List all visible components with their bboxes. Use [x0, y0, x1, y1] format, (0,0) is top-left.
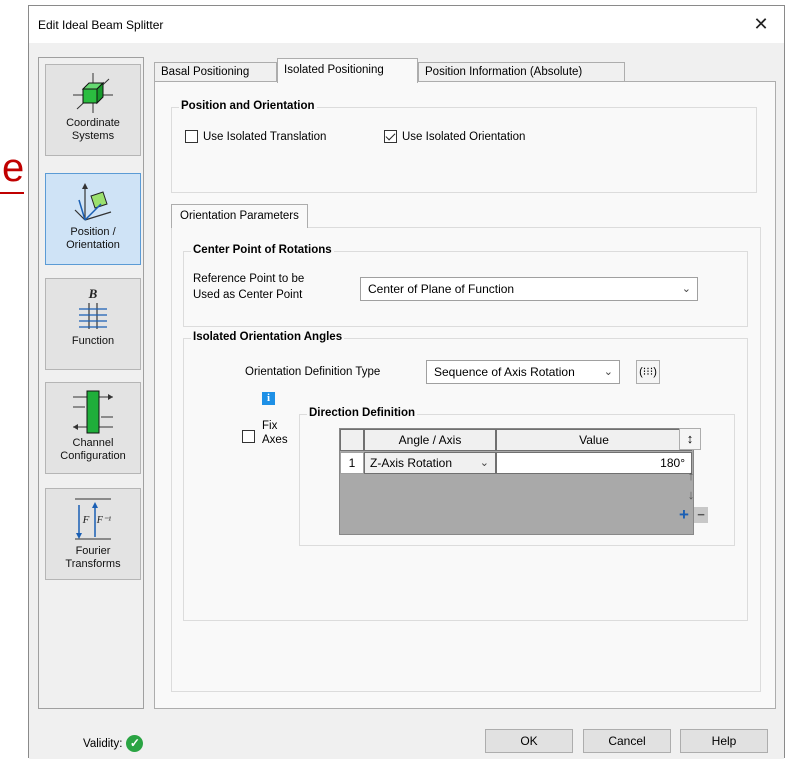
background-document: e — [0, 0, 30, 760]
table-header-value: Value — [496, 429, 692, 451]
function-icon: B — [79, 286, 107, 329]
sidebar-label: Function — [71, 335, 115, 347]
fix-axes-label-line2: Axes — [262, 434, 288, 446]
title-bar: Edit Ideal Beam Splitter ✕ — [29, 6, 784, 43]
use-isolated-orientation-checkbox[interactable]: Use Isolated Orientation — [384, 130, 525, 143]
svg-text:B: B — [88, 286, 98, 301]
table-corner — [340, 429, 364, 451]
fix-axes-label-line1: Fix — [262, 420, 278, 432]
orientation-checkbox-box[interactable] — [384, 130, 397, 143]
validity-label: Validity: — [83, 737, 123, 750]
move-down-icon[interactable]: ↓ — [684, 487, 698, 503]
table-row-axis-select[interactable]: Z-Axis Rotation ⌄ — [364, 452, 496, 474]
center-point-title: Center Point of Rotations — [191, 244, 334, 256]
sidebar-label: Position / — [70, 226, 116, 238]
table-row-index: 1 — [340, 452, 364, 474]
direction-definition-title: Direction Definition — [307, 407, 418, 419]
reference-point-label-line1: Reference Point to be — [193, 273, 305, 285]
matrix-button[interactable]: (⁝⁝⁝) — [636, 360, 660, 384]
ok-button[interactable]: OK — [485, 729, 573, 753]
cancel-button[interactable]: Cancel — [583, 729, 671, 753]
sidebar-label: Configuration — [60, 450, 126, 462]
info-icon[interactable]: i — [262, 392, 275, 405]
reference-point-select[interactable]: Center of Plane of Function ⌄ — [360, 277, 698, 301]
sort-updown-icon[interactable]: ↕ — [679, 428, 701, 450]
move-up-icon[interactable]: ↑ — [684, 468, 698, 484]
fourier-transforms-icon: F F⁻¹ — [75, 498, 111, 540]
direction-table: Angle / Axis Value 1 Z-Axis Rotation ⌄ 1… — [339, 428, 694, 535]
sidebar-label: Transforms — [65, 558, 121, 570]
center-point-group: Center Point of Rotations Reference Poin… — [183, 244, 748, 327]
definition-type-value: Sequence of Axis Rotation — [434, 365, 575, 379]
background-letter: e — [2, 146, 25, 190]
definition-type-label: Orientation Definition Type — [245, 366, 381, 378]
sidebar-label: Fourier — [75, 545, 111, 557]
window-title: Edit Ideal Beam Splitter — [38, 18, 164, 32]
sidebar-label: Orientation — [66, 239, 120, 251]
table-row-axis-value: Z-Axis Rotation — [370, 456, 453, 470]
channel-configuration-icon — [73, 390, 113, 434]
table-header-axis: Angle / Axis — [364, 429, 496, 451]
footer-bar: Validity: ✓ OK Cancel Help — [29, 716, 784, 759]
reference-point-value: Center of Plane of Function — [368, 282, 515, 296]
add-row-icon[interactable]: + — [677, 506, 691, 523]
tab-isolated-positioning[interactable]: Isolated Positioning — [277, 58, 418, 83]
translation-checkbox-box[interactable] — [185, 130, 198, 143]
edit-dialog: Edit Ideal Beam Splitter ✕ Coordinate Sy… — [28, 5, 785, 759]
background-underline — [0, 192, 24, 194]
close-icon[interactable]: ✕ — [748, 12, 774, 36]
sidebar: Coordinate Systems Position / Orientatio… — [38, 57, 144, 709]
translation-checkbox-label: Use Isolated Translation — [203, 130, 327, 143]
svg-text:F: F — [82, 514, 90, 526]
chevron-down-icon: ⌄ — [603, 366, 613, 378]
svg-text:F⁻¹: F⁻¹ — [96, 515, 111, 526]
orientation-checkbox-label: Use Isolated Orientation — [402, 130, 526, 143]
use-isolated-translation-checkbox[interactable]: Use Isolated Translation — [185, 130, 326, 143]
tab-position-information[interactable]: Position Information (Absolute) — [418, 62, 625, 82]
sidebar-item-channel-configuration[interactable]: Channel Configuration — [45, 382, 141, 474]
help-button[interactable]: Help — [680, 729, 768, 753]
chevron-down-icon: ⌄ — [681, 283, 691, 295]
sidebar-label: Channel — [72, 437, 114, 449]
chevron-down-icon: ⌄ — [479, 457, 489, 469]
reference-point-label-line2: Used as Center Point — [193, 289, 303, 301]
tab-orientation-parameters[interactable]: Orientation Parameters — [171, 204, 308, 228]
position-orientation-title: Position and Orientation — [179, 100, 317, 112]
sidebar-label: Systems — [71, 130, 115, 142]
definition-type-select[interactable]: Sequence of Axis Rotation ⌄ — [426, 360, 620, 384]
sidebar-item-fourier-transforms[interactable]: F F⁻¹ Fourier Transforms — [45, 488, 141, 580]
remove-row-icon[interactable]: − — [694, 507, 708, 523]
orientation-angles-title: Isolated Orientation Angles — [191, 331, 345, 343]
sidebar-item-coordinate-systems[interactable]: Coordinate Systems — [45, 64, 141, 156]
sidebar-item-function[interactable]: B Function — [45, 278, 141, 370]
fix-axes-checkbox[interactable] — [242, 430, 255, 443]
sidebar-item-position-orientation[interactable]: Position / Orientation — [45, 173, 141, 265]
validity-indicator: Validity: ✓ — [83, 735, 144, 752]
table-row-value-input[interactable]: 180° — [496, 452, 692, 474]
checkmark-icon: ✓ — [126, 735, 144, 752]
position-orientation-group: Position and Orientation Use Isolated Tr… — [171, 100, 757, 193]
sidebar-label: Coordinate — [66, 117, 120, 129]
tab-basal-positioning[interactable]: Basal Positioning — [154, 62, 277, 82]
coordinate-systems-icon — [73, 73, 113, 113]
position-orientation-icon — [74, 183, 112, 221]
isolated-positioning-panel: Position and Orientation Use Isolated Tr… — [154, 81, 776, 709]
